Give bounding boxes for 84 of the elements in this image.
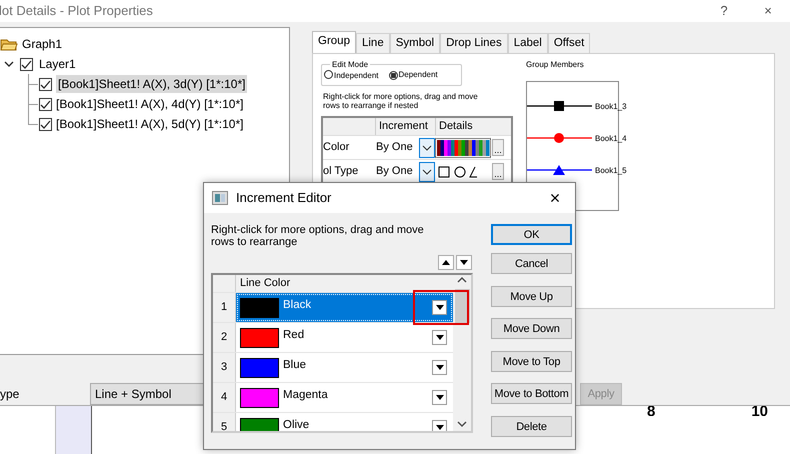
row-number: 1 xyxy=(213,293,236,322)
color-name: Black xyxy=(283,298,312,313)
move-down-button[interactable] xyxy=(456,255,472,270)
dialog-button[interactable]: Move Up xyxy=(491,286,572,307)
grid-row[interactable]: Blue xyxy=(236,353,453,382)
checkbox[interactable] xyxy=(39,98,52,110)
radio-option[interactable]: Dependent xyxy=(388,70,438,85)
dropdown-button[interactable] xyxy=(419,138,435,158)
scrollbar[interactable] xyxy=(453,275,471,431)
dropdown-button[interactable] xyxy=(432,360,447,375)
dialog-button[interactable]: Move to Top xyxy=(491,351,572,372)
more-button[interactable]: ... xyxy=(492,163,504,180)
move-up-button[interactable] xyxy=(438,255,454,270)
table-cell-text: By One xyxy=(375,164,414,180)
dropdown-button[interactable] xyxy=(432,330,447,345)
dialog-button[interactable]: OK xyxy=(491,224,572,245)
hint-text: Right-click for more options, drag and move rows to rearrange if nested xyxy=(323,92,479,110)
dropdown-button[interactable] xyxy=(432,420,447,431)
folder-icon xyxy=(0,37,18,51)
dropdown-button[interactable] xyxy=(419,162,435,182)
grid-row[interactable]: Magenta xyxy=(236,383,453,412)
group-title: Edit Mode xyxy=(330,60,370,69)
scroll-up-icon[interactable] xyxy=(457,275,467,285)
grid-row[interactable]: Black xyxy=(236,293,453,322)
row-number: 2 xyxy=(213,323,236,352)
grid-row[interactable]: Red xyxy=(236,323,453,352)
column-header: Details xyxy=(435,118,497,135)
window-icon xyxy=(212,191,228,205)
color-name: Blue xyxy=(283,358,306,373)
tab[interactable]: Symbol xyxy=(390,33,440,53)
field-label: ype xyxy=(0,386,20,403)
column-header: Line Color xyxy=(239,276,292,291)
checkbox[interactable] xyxy=(39,78,52,90)
tree-item[interactable]: Graph1 xyxy=(22,35,62,53)
tab[interactable]: Group xyxy=(312,31,356,53)
color-list-swatch xyxy=(435,138,491,158)
color-name: Magenta xyxy=(283,388,328,403)
tree-item[interactable]: [Book1]Sheet1! A(X), 3d(Y) [1*:10*] xyxy=(56,75,248,93)
tree-item[interactable]: [Book1]Sheet1! A(X), 5d(Y) [1*:10*] xyxy=(56,115,244,133)
color-name: Olive xyxy=(283,418,310,431)
row-number: 3 xyxy=(213,353,236,382)
caret-icon xyxy=(436,365,444,370)
help-button[interactable]: ? xyxy=(702,1,746,21)
dialog-title: Increment Editor xyxy=(236,189,332,208)
dropdown-button[interactable] xyxy=(432,390,447,405)
tab[interactable]: Label xyxy=(508,33,548,53)
legend-label: Book1_3 xyxy=(595,102,627,110)
highlight-box xyxy=(413,290,469,325)
radio-option[interactable]: Independent xyxy=(324,70,378,85)
dialog-button[interactable]: Delete xyxy=(491,416,572,437)
tree-connector-line xyxy=(28,74,38,94)
window-title: lot Details - Plot Properties xyxy=(0,2,154,20)
legend-label: Book1_4 xyxy=(595,134,627,142)
caret-icon xyxy=(436,395,444,400)
legend-label: Book1_5 xyxy=(595,166,627,174)
tab[interactable]: Line xyxy=(356,33,390,53)
dialog-button[interactable]: Move Down xyxy=(491,318,572,339)
group-title: Group Members xyxy=(526,60,585,69)
dialog-button[interactable]: Move to Bottom xyxy=(491,383,572,404)
checkbox[interactable] xyxy=(20,58,33,70)
column-header: Increment xyxy=(375,118,435,135)
table-cell-text: ol Type xyxy=(323,164,360,180)
expand-caret-icon[interactable] xyxy=(4,60,14,68)
color-name: Red xyxy=(283,328,304,343)
plot-band xyxy=(55,406,92,454)
row-number: 5 xyxy=(213,413,236,431)
caret-icon xyxy=(436,305,444,310)
dropdown-button[interactable] xyxy=(432,300,447,315)
tab[interactable]: Drop Lines xyxy=(440,33,508,53)
hint-text: Right-click for more options, drag and move rows to rearrange xyxy=(211,224,425,250)
dialog-button[interactable]: Cancel xyxy=(491,253,572,274)
close-button[interactable]: × xyxy=(535,184,575,212)
table-cell-text: Color xyxy=(323,140,350,156)
close-button[interactable]: × xyxy=(746,1,790,21)
table-cell-text: By One xyxy=(375,140,414,156)
tree-item[interactable]: [Book1]Sheet1! A(X), 4d(Y) [1*:10*] xyxy=(56,95,244,113)
tree-item[interactable]: Layer1 xyxy=(39,55,76,73)
more-button[interactable]: ... xyxy=(492,139,504,156)
tab[interactable]: Offset xyxy=(548,33,590,53)
caret-icon xyxy=(436,335,444,340)
checkbox[interactable] xyxy=(39,118,52,130)
grid-row[interactable]: Olive xyxy=(236,413,453,431)
row-number: 4 xyxy=(213,383,236,412)
caret-icon xyxy=(436,425,444,430)
